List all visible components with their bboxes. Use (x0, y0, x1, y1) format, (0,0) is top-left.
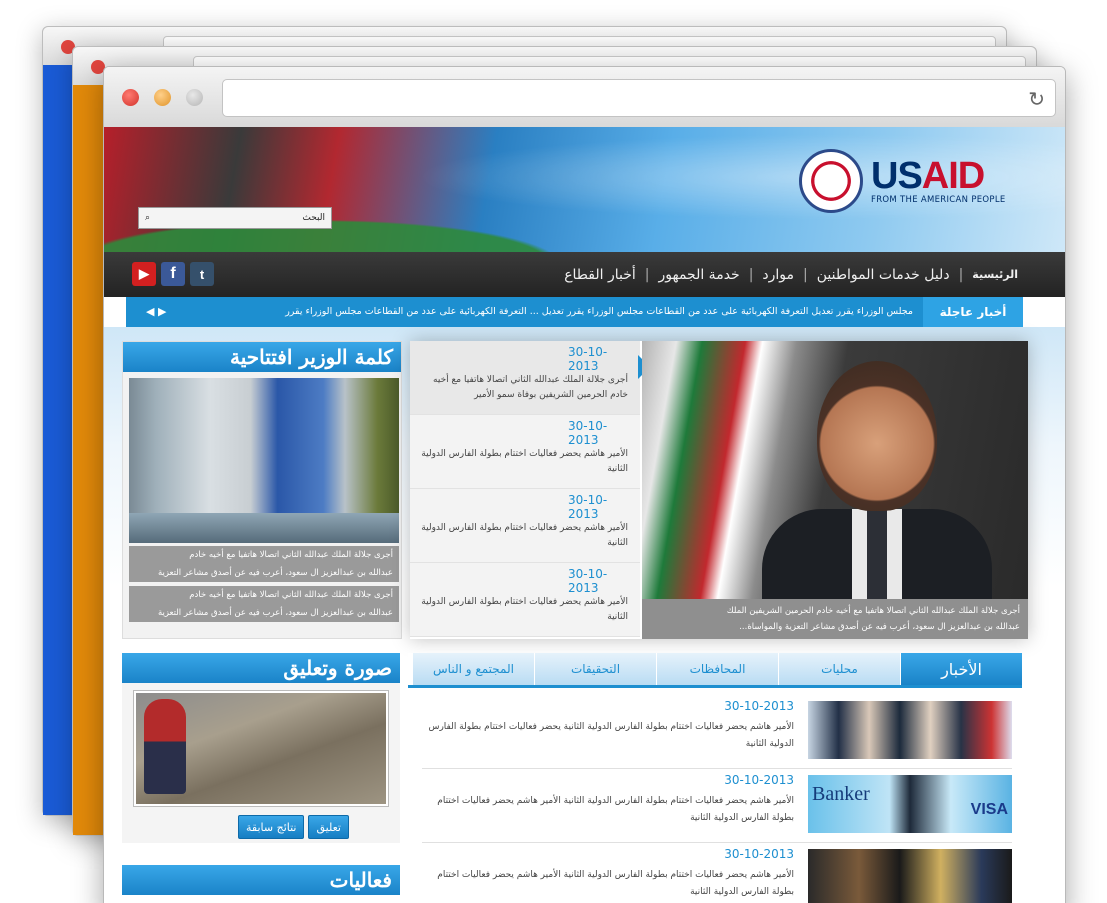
ticker-arrows-icon[interactable]: ◀ ▶ (146, 297, 166, 327)
minister-text-line: أجرى جلالة الملك عبدالله الثاني اتصالا ه… (129, 586, 399, 604)
close-dot-icon[interactable] (122, 89, 139, 106)
nav-item-resources[interactable]: موارد (753, 267, 803, 283)
browser-chrome: ↻ (104, 67, 1065, 127)
news-text: الأمير هاشم يحضر فعاليات اختتام بطولة ال… (437, 796, 794, 823)
slider-item[interactable]: 30-10-2013 أجرى جلالة الملك عبدالله الثا… (410, 341, 640, 415)
news-date: 30-10-2013 (724, 699, 794, 713)
site-header: ⌕ البحث USAID FROM THE AMERICAN PEOPLE (104, 127, 1065, 252)
slider-text: الأمير هاشم يحضر فعاليات اختتام بطولة ال… (421, 597, 628, 622)
minister-text-line: عبدالله بن عبدالعزيز ال سعود، أعرب فيه ع… (129, 564, 399, 582)
thumbnail-text: VISA (970, 801, 1008, 818)
logo-name: USAID (871, 155, 985, 197)
news-thumbnail[interactable]: Banker VISA (808, 775, 1012, 833)
photo-comment-image[interactable] (133, 690, 389, 807)
breaking-news-ticker: أخبار عاجلة مجلس الوزراء يقرر تعديل التع… (126, 297, 1023, 327)
news-text: الأمير هاشم يحضر فعاليات اختتام بطولة ال… (437, 870, 794, 897)
news-panel: الأخبار محليات المحافظات التحقيقات المجت… (408, 653, 1022, 903)
main-nav: الرئيسية | دليل خدمات المواطنين | موارد … (104, 252, 1065, 297)
news-list-item[interactable]: Banker VISA 30-10-2013 الأمير هاشم يحضر … (422, 769, 1012, 843)
slider-text: الأمير هاشم يحضر فعاليات اختتام بطولة ال… (421, 449, 628, 474)
news-date: 30-10-2013 (724, 773, 794, 787)
news-tabs: الأخبار محليات المحافظات التحقيقات المجت… (408, 653, 1022, 685)
tab-governorates[interactable]: المحافظات (656, 653, 778, 685)
thumbnail-text: Banker (812, 783, 870, 805)
slider-item[interactable]: 30-10-2013 الأمير هاشم يحضر فعاليات اختت… (410, 415, 640, 489)
search-label: البحث (302, 213, 325, 223)
nav-separator: | (803, 266, 808, 283)
nav-item-citizen-services[interactable]: دليل خدمات المواطنين (808, 267, 959, 283)
slider-date: 30-10-2013 (568, 345, 608, 373)
screenshot-stage: ↻ ⌕ البحث USAID FROM THE AMERICAN PEOPLE… (0, 0, 1107, 903)
news-date: 30-10-2013 (724, 847, 794, 861)
social-links: ▶ f t (132, 262, 214, 286)
caption-line: عبدالله بن عبدالعزيز ال سعود، أعرب فيه ع… (739, 622, 1020, 632)
slider-text: الأمير هاشم يحضر فعاليات اختتام بطولة ال… (421, 523, 628, 548)
tab-society[interactable]: المجتمع و الناس (412, 653, 534, 685)
slider-text: أجرى جلالة الملك عبدالله الثاني اتصالا ه… (433, 375, 628, 400)
slider-item[interactable]: 30-10-2013 الأمير هاشم يحضر فعاليات اختت… (410, 489, 640, 563)
minister-text-line: عبدالله بن عبدالعزيز ال سعود، أعرب فيه ع… (129, 604, 399, 622)
nav-separator: | (748, 266, 754, 283)
slider-date: 30-10-2013 (568, 567, 608, 595)
featured-caption: أجرى جلالة الملك عبدالله الثاني اتصالا ه… (642, 599, 1028, 639)
tumblr-icon[interactable]: t (190, 262, 214, 286)
ticker-label: أخبار عاجلة (923, 297, 1023, 327)
photo-figure (817, 361, 937, 511)
nav-separator: | (644, 266, 650, 283)
news-thumbnail[interactable] (808, 701, 1012, 759)
url-bar[interactable]: ↻ (222, 79, 1056, 117)
logo-text: USAID FROM THE AMERICAN PEOPLE (871, 157, 1006, 205)
ticker-text[interactable]: مجلس الوزراء يقرر تعديل التعرفة الكهربائ… (213, 297, 913, 327)
featured-photo[interactable] (642, 341, 1028, 599)
nav-item-sector-news[interactable]: أخبار القطاع (555, 267, 645, 283)
logo-tagline: FROM THE AMERICAN PEOPLE (871, 195, 1006, 205)
slider-date: 30-10-2013 (568, 419, 608, 447)
panel-title: صورة وتعليق (122, 653, 400, 683)
search-icon[interactable]: ⌕ (145, 213, 150, 223)
tab-local[interactable]: محليات (778, 653, 900, 685)
panel-title: فعاليات (122, 865, 400, 895)
slider-date: 30-10-2013 (568, 493, 608, 521)
tab-news[interactable]: الأخبار (900, 653, 1022, 685)
panel-title: كلمة الوزير افتتاحية (123, 342, 401, 372)
facebook-icon[interactable]: f (161, 262, 185, 286)
nav-item-public-service[interactable]: خدمة الجمهور (650, 267, 749, 283)
photo-figure (852, 509, 902, 599)
minister-text-line: أجرى جلالة الملك عبدالله الثاني اتصالا ه… (129, 546, 399, 564)
building-image[interactable] (129, 378, 399, 543)
news-list-item[interactable]: 30-10-2013 الأمير هاشم يحضر فعاليات اختت… (422, 695, 1012, 769)
slider-list: 30-10-2013 أجرى جلالة الملك عبدالله الثا… (410, 341, 640, 639)
nav-separator: | (958, 266, 964, 283)
photo-buttons: نتائج سابقة تعليق (238, 815, 349, 839)
browser-window: ↻ ⌕ البحث USAID FROM THE AMERICAN PEOPLE… (103, 66, 1066, 903)
news-text: الأمير هاشم يحضر فعاليات اختتام بطولة ال… (428, 722, 794, 749)
usaid-logo[interactable]: USAID FROM THE AMERICAN PEOPLE (799, 145, 1029, 217)
tabs-underline (408, 685, 1022, 688)
nav-item-home[interactable]: الرئيسية (963, 268, 1027, 281)
photo-figure (144, 699, 186, 794)
slider-item[interactable]: 30-10-2013 الأمير هاشم يحضر فعاليات اختت… (410, 563, 640, 637)
zoom-dot-icon[interactable] (186, 89, 203, 106)
photo-comment-panel: صورة وتعليق نتائج سابقة تعليق (122, 653, 400, 843)
minimize-dot-icon[interactable] (154, 89, 171, 106)
main-content: كلمة الوزير افتتاحية أجرى جلالة الملك عب… (104, 327, 1065, 903)
search-input[interactable]: ⌕ البحث (138, 207, 332, 229)
featured-slider: 30-10-2013 أجرى جلالة الملك عبدالله الثا… (410, 341, 1028, 639)
minister-word-panel: كلمة الوزير افتتاحية أجرى جلالة الملك عب… (122, 341, 402, 639)
usaid-seal-icon (799, 149, 863, 213)
tab-investigations[interactable]: التحقيقات (534, 653, 656, 685)
prev-results-button[interactable]: نتائج سابقة (238, 815, 305, 839)
caption-line: أجرى جلالة الملك عبدالله الثاني اتصالا ه… (726, 606, 1020, 616)
news-thumbnail[interactable] (808, 849, 1012, 903)
reload-icon[interactable]: ↻ (1028, 87, 1045, 111)
events-panel: فعاليات (122, 865, 400, 895)
comment-button[interactable]: تعليق (308, 815, 349, 839)
news-list-item[interactable]: 30-10-2013 الأمير هاشم يحضر فعاليات اختت… (422, 843, 1012, 903)
youtube-icon[interactable]: ▶ (132, 262, 156, 286)
